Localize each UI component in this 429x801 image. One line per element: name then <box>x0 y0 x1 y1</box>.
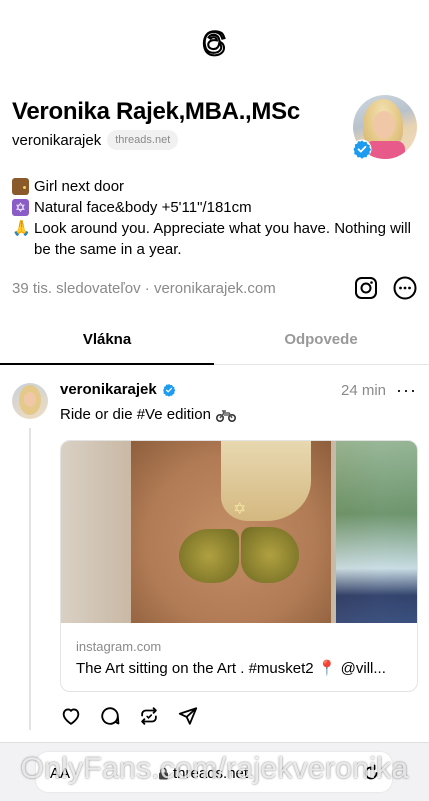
verified-badge-icon <box>162 383 176 397</box>
link-preview-domain: instagram.com <box>76 639 162 654</box>
repost-icon[interactable] <box>138 705 160 727</box>
comment-icon[interactable] <box>99 705 121 727</box>
star-of-david-emoji-icon: ✡ <box>12 199 29 216</box>
post-username[interactable]: veronikarajek <box>60 381 157 398</box>
active-tab-indicator <box>0 363 214 365</box>
stats-separator: · <box>144 280 150 297</box>
folded-hands-emoji-icon: 🙏 <box>12 220 31 237</box>
followers-count[interactable]: 39 tis. sledovateľov <box>12 280 141 297</box>
verified-badge-icon <box>352 139 372 159</box>
bio-line-text: Girl next door <box>34 178 125 195</box>
post-text-row: Ride or die #Ve edition <box>60 406 236 423</box>
bio-line-1: Girl next door <box>12 176 417 197</box>
bio-line-3: 🙏 Look around you. Appreciate what you h… <box>12 218 417 260</box>
profile-handle-row: veronikarajek threads.net <box>12 130 179 150</box>
profile-bio: Girl next door ✡ Natural face&body +5'11… <box>12 176 417 260</box>
bio-line-2: ✡ Natural face&body +5'11"/181cm <box>12 197 417 218</box>
heart-icon[interactable] <box>60 705 82 727</box>
post-more-button[interactable]: ··· <box>396 380 417 401</box>
thread-line <box>29 428 31 730</box>
threads-net-badge[interactable]: threads.net <box>107 130 179 150</box>
post-actions <box>60 705 199 727</box>
watermark: OnlyFans.com/rajekveronika <box>20 752 409 785</box>
threads-logo-icon[interactable] <box>199 28 229 58</box>
profile-stats: 39 tis. sledovateľov · veronikarajek.com <box>12 280 276 297</box>
share-icon[interactable] <box>177 705 199 727</box>
link-preview-title: The Art sitting on the Art . #musket2 📍 … <box>76 660 386 677</box>
post-avatar[interactable] <box>12 383 48 419</box>
more-options-icon[interactable] <box>393 276 417 300</box>
door-emoji-icon <box>12 178 29 195</box>
profile-tabs: Vlákna Odpovede <box>0 324 429 365</box>
tab-replies[interactable]: Odpovede <box>214 324 428 356</box>
bio-line-text: Natural face&body +5'11"/181cm <box>34 199 252 216</box>
website-link[interactable]: veronikarajek.com <box>154 280 276 297</box>
motorcycle-emoji-icon <box>215 409 236 422</box>
instagram-icon[interactable] <box>354 276 378 300</box>
post-author[interactable]: veronikarajek <box>60 381 176 398</box>
link-preview-image[interactable]: ✡ <box>61 441 417 623</box>
profile-display-name: Veronika Rajek,MBA.,MSc <box>12 98 300 125</box>
bio-line-text: Look around you. Appreciate what you hav… <box>34 220 411 258</box>
post-text: Ride or die #Ve edition <box>60 406 211 423</box>
post-time: 24 min <box>341 382 387 399</box>
profile-handle: veronikarajek <box>12 131 102 149</box>
tab-threads[interactable]: Vlákna <box>0 324 214 356</box>
link-preview-card[interactable]: ✡ instagram.com The Art sitting on the A… <box>60 440 418 692</box>
